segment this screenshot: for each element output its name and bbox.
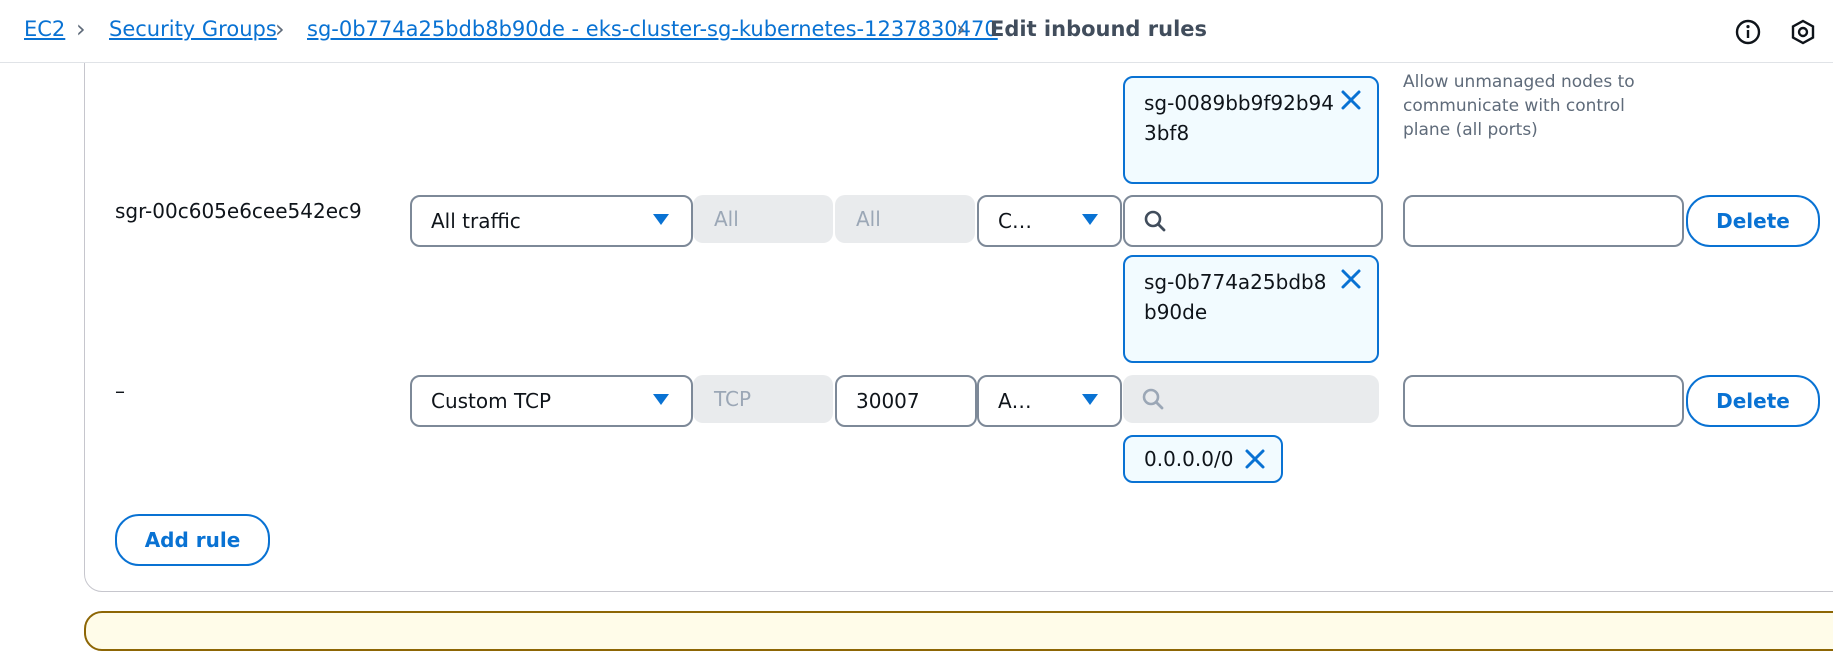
protocol-field: TCP	[693, 375, 833, 423]
close-icon[interactable]	[1243, 447, 1267, 476]
rule-type-value: Custom TCP	[431, 389, 552, 413]
source-token: 0.0.0.0/0	[1123, 435, 1283, 483]
chevron-right-icon: ›	[275, 15, 285, 43]
security-group-rule-id: sgr-00c605e6cee542ec9	[115, 199, 362, 223]
source-token: sg-0089bb9f92b943bf8	[1123, 76, 1379, 184]
rule-type-value: All traffic	[431, 209, 521, 233]
caret-down-icon	[653, 214, 669, 225]
breadcrumb-security-groups[interactable]: Security Groups	[109, 17, 277, 41]
source-search-input[interactable]	[1123, 195, 1383, 247]
source-type-value: A…	[998, 389, 1032, 413]
source-token-label: 0.0.0.0/0	[1144, 447, 1234, 471]
chevron-right-icon: ›	[76, 15, 86, 43]
breadcrumb-bar: EC2 › Security Groups › sg-0b774a25bdb8b…	[0, 0, 1833, 63]
security-group-rule-id: –	[115, 379, 125, 403]
breadcrumb-security-group[interactable]: sg-0b774a25bdb8b90de - eks-cluster-sg-ku…	[307, 17, 998, 41]
search-icon	[1141, 387, 1165, 415]
close-icon[interactable]	[1339, 88, 1363, 120]
rule-type-select[interactable]: All traffic	[410, 195, 693, 247]
rule-type-select[interactable]: Custom TCP	[410, 375, 693, 427]
port-range-input[interactable]: 30007	[835, 375, 977, 427]
description-input[interactable]	[1403, 375, 1684, 427]
caret-down-icon	[1082, 214, 1098, 225]
add-rule-button[interactable]: Add rule	[115, 514, 270, 566]
info-icon[interactable]	[1733, 17, 1763, 47]
delete-button[interactable]: Delete	[1686, 195, 1820, 247]
protocol-field: All	[693, 195, 833, 243]
chevron-right-icon: ›	[956, 15, 966, 43]
source-token-label: sg-0089bb9f92b943bf8	[1144, 91, 1334, 145]
port-range-field: All	[835, 195, 975, 243]
source-token-label: sg-0b774a25bdb8b90de	[1144, 270, 1327, 324]
caret-down-icon	[653, 394, 669, 405]
warning-alert	[84, 611, 1833, 651]
breadcrumb-ec2[interactable]: EC2	[24, 17, 65, 41]
source-type-value: C…	[998, 209, 1032, 233]
source-search-input	[1123, 375, 1379, 423]
settings-hexagon-icon[interactable]	[1788, 17, 1818, 47]
delete-button[interactable]: Delete	[1686, 375, 1820, 427]
source-type-select[interactable]: C…	[977, 195, 1122, 247]
search-icon	[1143, 209, 1167, 237]
rule-description-text: Allow unmanaged nodes to communicate wit…	[1403, 72, 1635, 140]
source-type-select[interactable]: A…	[977, 375, 1122, 427]
breadcrumb-current: Edit inbound rules	[990, 17, 1208, 41]
source-token: sg-0b774a25bdb8b90de	[1123, 255, 1379, 363]
description-input[interactable]	[1403, 195, 1684, 247]
close-icon[interactable]	[1339, 267, 1363, 299]
caret-down-icon	[1082, 394, 1098, 405]
